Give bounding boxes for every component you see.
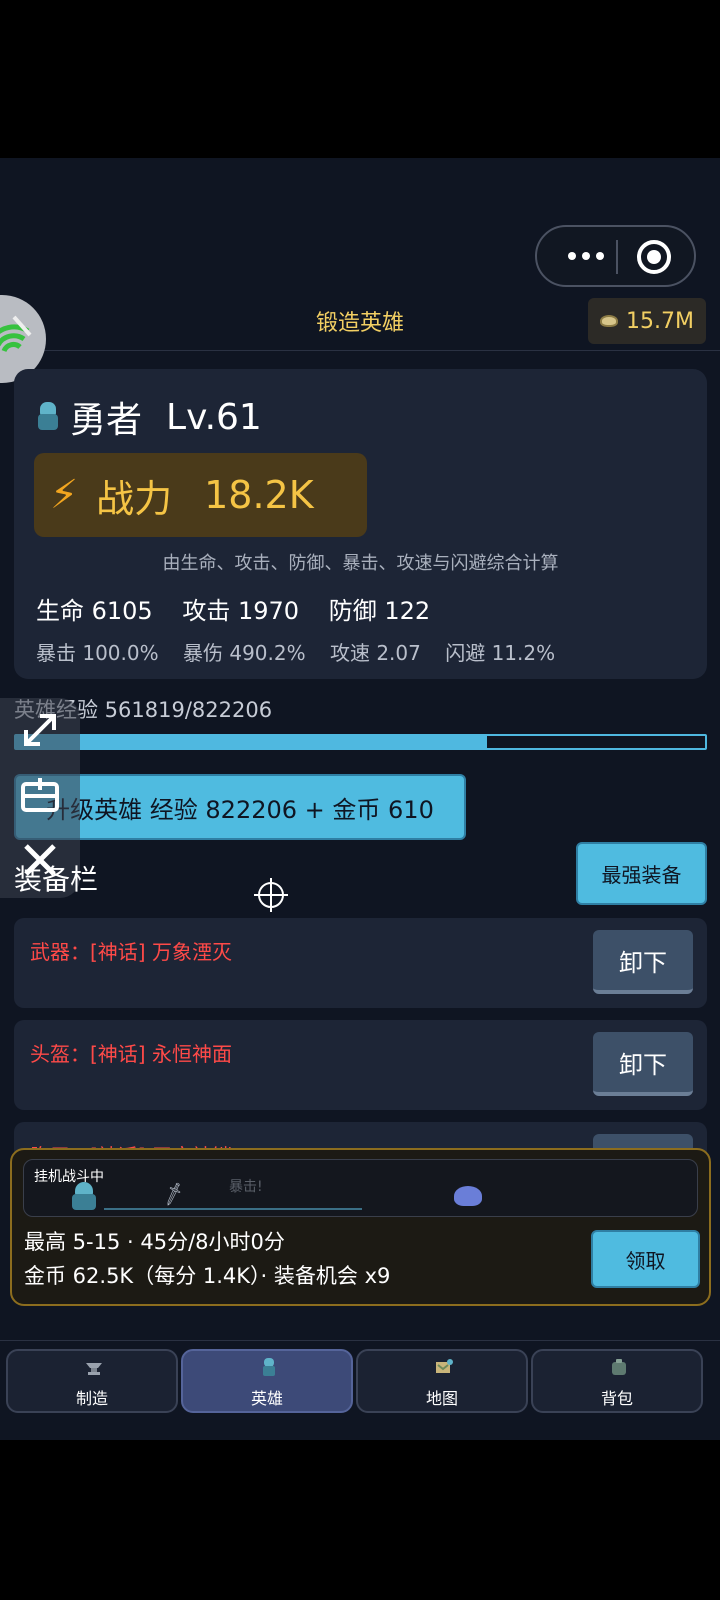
tab-bag[interactable]: 背包 — [531, 1349, 703, 1413]
unequip-button[interactable]: 卸下 — [593, 1032, 693, 1096]
tab-label: 地图 — [425, 1389, 458, 1408]
capsule-divider — [616, 240, 618, 274]
combat-power-box: ⚡ 战力 18.2K — [34, 453, 367, 537]
hero-exp-fill — [16, 736, 487, 748]
unequip-button[interactable]: 卸下 — [593, 930, 693, 994]
power-formula-note: 由生命、攻击、防御、暴击、攻速与闪避综合计算 — [162, 553, 559, 574]
app-screen: 锻造英雄 15.7M 勇者 Lv.61 ⚡ 战力 18.2K 由生命、攻击、防御… — [0, 158, 720, 1440]
minimize-window-icon[interactable] — [18, 774, 62, 818]
stat-attack: 攻击 1970 — [182, 597, 300, 625]
primary-stats: 生命 6105 攻击 1970 防御 122 — [36, 591, 452, 626]
stat-crit: 暴击 100.0% — [36, 641, 159, 665]
top-bar: 锻造英雄 15.7M — [0, 289, 720, 351]
best-equipment-button[interactable]: 最强装备 — [576, 842, 707, 905]
hero-icon — [263, 1358, 275, 1376]
combat-power-value: 18.2K — [204, 473, 314, 517]
stat-hp: 生命 6105 — [36, 597, 153, 625]
battle-ground-line — [104, 1208, 362, 1210]
stat-defense: 防御 122 — [328, 597, 431, 625]
tab-hero[interactable]: 英雄 — [181, 1349, 353, 1413]
stat-dodge: 闪避 11.2% — [445, 641, 556, 665]
hero-exp-bar — [14, 734, 707, 750]
tab-craft[interactable]: 制造 — [6, 1349, 178, 1413]
claim-rewards-button[interactable]: 领取 — [591, 1230, 700, 1288]
tab-label: 背包 — [600, 1389, 633, 1408]
lightning-icon: ⚡ — [50, 472, 79, 518]
miniprogram-capsule — [535, 225, 696, 287]
tab-label: 英雄 — [250, 1389, 283, 1408]
hero-header: 勇者 Lv.61 — [38, 391, 262, 443]
stat-crit-damage: 暴伤 490.2% — [182, 641, 306, 665]
equipment-section-title: 装备栏 — [14, 863, 99, 896]
hero-level: Lv.61 — [166, 396, 262, 438]
gold-balance: 15.7M — [588, 298, 706, 344]
equipment-slot-text: 头盔：[神话] 永恒神面 — [30, 1042, 232, 1066]
bottom-nav: 制造 英雄 地图 背包 — [0, 1340, 720, 1440]
secondary-stats: 暴击 100.0% 暴伤 490.2% 攻速 2.07 闪避 11.2% — [36, 637, 573, 666]
hero-avatar-icon — [38, 402, 58, 432]
idle-progress-text: 最高 5-15 · 45分/8小时0分 — [24, 1230, 285, 1254]
slime-enemy-icon — [454, 1186, 482, 1206]
stat-attack-speed: 攻速 2.07 — [329, 641, 421, 665]
combat-power-label: 战力 — [96, 476, 173, 521]
bag-icon — [612, 1359, 626, 1375]
tab-map[interactable]: 地图 — [356, 1349, 528, 1413]
more-options-icon[interactable] — [557, 227, 615, 285]
crit-popup-text: 暴击! — [229, 1179, 263, 1195]
map-icon — [436, 1359, 453, 1373]
tab-label: 制造 — [75, 1389, 108, 1408]
crosshair-icon — [254, 878, 288, 912]
anvil-icon — [86, 1363, 102, 1375]
expand-icon[interactable] — [18, 708, 62, 752]
equipment-slot-weapon: 武器：[神话] 万象湮灭 卸下 — [14, 918, 707, 1008]
idle-rewards-text: 金币 62.5K（每分 1.4K）· 装备机会 x9 — [24, 1264, 391, 1288]
gold-amount: 15.7M — [626, 308, 694, 334]
equipment-slot-helmet: 头盔：[神话] 永恒神面 卸下 — [14, 1020, 707, 1110]
gold-icon — [600, 315, 618, 327]
sword-icon: 🗡 — [159, 1180, 188, 1209]
hero-name: 勇者 — [70, 400, 143, 441]
close-miniprogram-icon[interactable] — [634, 237, 674, 277]
battle-arena: 挂机战斗中 🗡 暴击! — [23, 1159, 698, 1217]
hero-card: 勇者 Lv.61 ⚡ 战力 18.2K 由生命、攻击、防御、暴击、攻速与闪避综合… — [14, 369, 707, 679]
equipment-slot-text: 武器：[神话] 万象湮灭 — [30, 940, 232, 964]
idle-battle-panel: 挂机战斗中 🗡 暴击! 最高 5-15 · 45分/8小时0分 金币 62.5K… — [10, 1148, 711, 1306]
upgrade-hero-button[interactable]: 升级英雄 经验 822206 + 金币 610 — [14, 774, 466, 840]
battle-hero-icon — [72, 1182, 96, 1210]
